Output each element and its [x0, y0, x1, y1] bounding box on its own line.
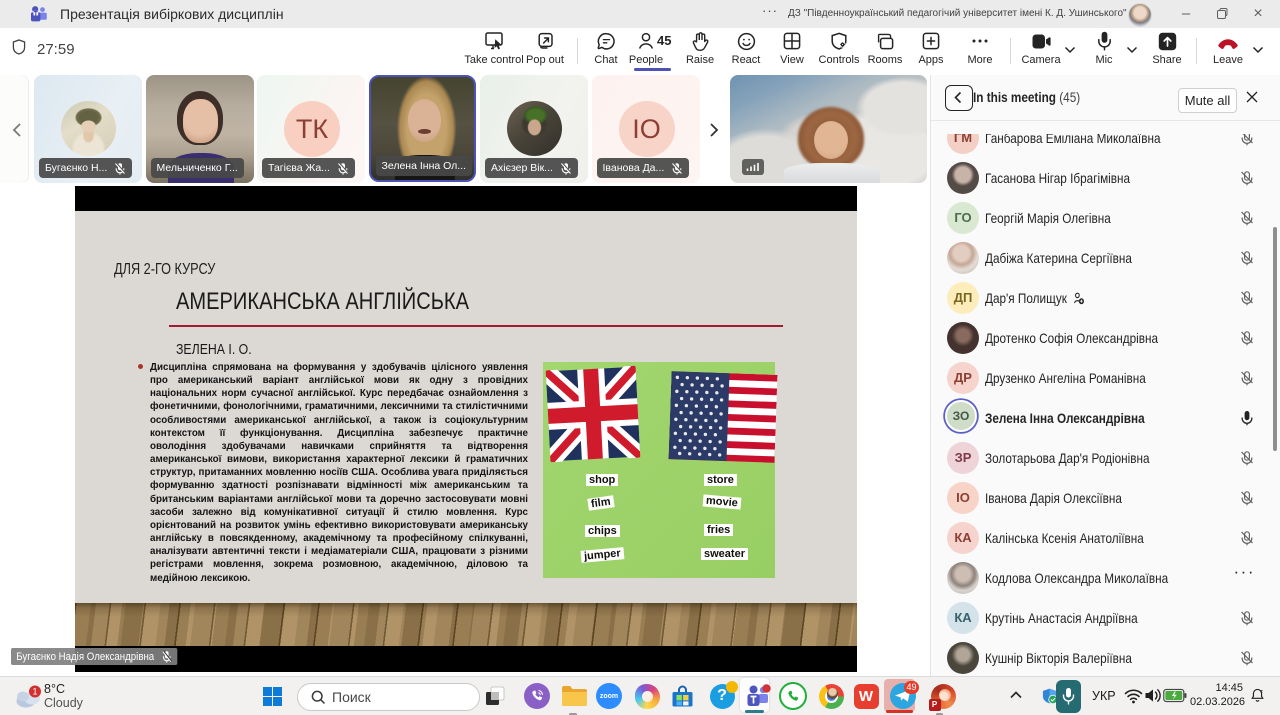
svg-text:1: 1 [32, 687, 37, 697]
svg-text:z: z [1260, 689, 1263, 694]
